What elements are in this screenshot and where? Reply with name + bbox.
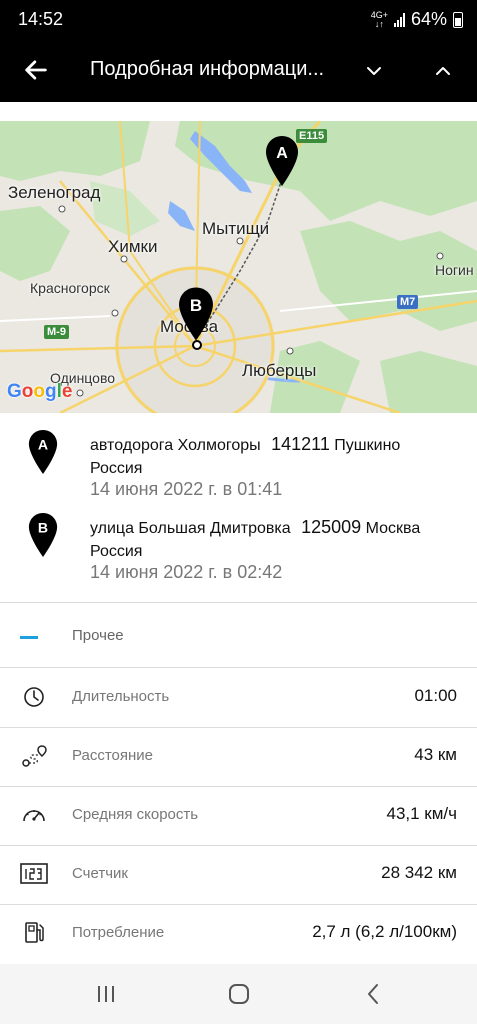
detail-value: 01:00 — [414, 686, 457, 705]
detail-value: 43 км — [414, 745, 457, 764]
battery-icon — [453, 11, 463, 28]
start-city: Пушкино — [334, 437, 401, 454]
status-time: 14:52 — [18, 9, 64, 29]
odometer-icon — [20, 863, 48, 884]
speedometer-icon — [23, 810, 45, 822]
start-zip: 141211 — [271, 434, 330, 454]
detail-row-avg-speed: Средняя скорость 43,1 км/ч — [0, 786, 477, 845]
chevron-down-icon[interactable] — [362, 59, 386, 83]
route-start: A автодорога Холмогоры 141211 Пушкино Ро… — [0, 425, 477, 500]
detail-value: 43,1 км/ч — [386, 804, 457, 823]
map-label-krasnogorsk: Красногорск — [30, 280, 110, 296]
map-label-khimki: Химки — [108, 237, 158, 256]
category-label: Прочее — [72, 627, 124, 644]
detail-value: 28 342 км — [381, 863, 457, 882]
end-address: улица Большая Дмитровка 125009 Москва Ро… — [90, 516, 470, 563]
map-label-mytishchi: Мытищи — [202, 219, 270, 238]
end-pin-label: B — [38, 519, 48, 535]
end-pin-icon: B — [28, 512, 58, 558]
trip-category[interactable]: Прочее — [0, 603, 477, 667]
detail-label: Расстояние — [72, 747, 154, 764]
detail-row-distance: Расстояние 43 км — [0, 727, 477, 786]
map-label-zelenograd: Зеленоград — [8, 183, 101, 202]
route-map[interactable]: Зеленоград Химки Мытищи Красногорск Моск… — [0, 121, 477, 413]
detail-row-duration: Длительность 01:00 — [0, 668, 477, 727]
detail-label: Счетчик — [72, 865, 128, 882]
app-bar: Подробная информаци... — [0, 40, 477, 102]
detail-value: 2,7 л (6,2 л/100км) — [312, 922, 457, 941]
detail-label: Средняя скорость — [72, 806, 199, 823]
route-distance-icon — [22, 745, 47, 767]
end-zip: 125009 — [301, 517, 362, 537]
end-street: улица Большая Дмитровка — [90, 520, 291, 537]
start-time: 14 июня 2022 г. в 01:41 — [90, 479, 283, 499]
start-address: автодорога Холмогоры 141211 Пушкино Росс… — [90, 433, 470, 480]
category-color-dash — [20, 636, 38, 639]
route-end: B улица Большая Дмитровка 125009 Москва … — [0, 508, 477, 583]
system-nav-bar — [0, 964, 477, 1024]
network-indicator: 4G+ ↓↑ — [370, 9, 388, 29]
recents-icon[interactable] — [92, 982, 120, 1006]
home-icon[interactable] — [225, 982, 253, 1006]
detail-label: Длительность — [72, 688, 170, 705]
status-bar: 14:52 4G+ ↓↑ 64% — [0, 0, 477, 40]
battery-percent: 64% — [410, 9, 447, 29]
google-logo: Google — [7, 381, 73, 402]
back-icon[interactable] — [360, 982, 388, 1006]
road-shield-m7: M7 — [397, 295, 419, 309]
status-icons: 4G+ ↓↑ 64% — [371, 9, 463, 30]
arrow-left-icon[interactable] — [22, 56, 50, 84]
road-shield-m9: M-9 — [44, 325, 69, 339]
map-marker-a[interactable]: A — [265, 135, 299, 187]
detail-label: Потребление — [72, 924, 165, 941]
start-pin-icon: A — [28, 429, 58, 475]
map-marker-a-label: A — [276, 145, 288, 162]
road-shield-e115: E115 — [296, 129, 328, 143]
map-marker-b[interactable]: B — [178, 286, 214, 342]
end-country: Россия — [90, 543, 143, 560]
end-time: 14 июня 2022 г. в 02:42 — [90, 562, 283, 582]
detail-row-consumption: Потребление 2,7 л (6,2 л/100км) — [0, 904, 477, 963]
map-label-lyubertsy: Люберцы — [242, 361, 317, 380]
chevron-up-icon[interactable] — [431, 59, 455, 83]
map-marker-b-label: B — [190, 296, 202, 315]
clock-icon — [24, 687, 44, 707]
page-title: Подробная информаци... — [90, 58, 325, 80]
end-city: Москва — [365, 520, 421, 537]
start-street: автодорога Холмогоры — [90, 437, 261, 454]
start-pin-label: A — [38, 436, 48, 452]
fuel-pump-icon — [25, 922, 44, 943]
signal-icon — [393, 12, 405, 27]
map-label-noginsk: Ногин — [435, 262, 474, 278]
start-country: Россия — [90, 460, 143, 477]
detail-row-odometer: Счетчик 28 342 км — [0, 845, 477, 904]
